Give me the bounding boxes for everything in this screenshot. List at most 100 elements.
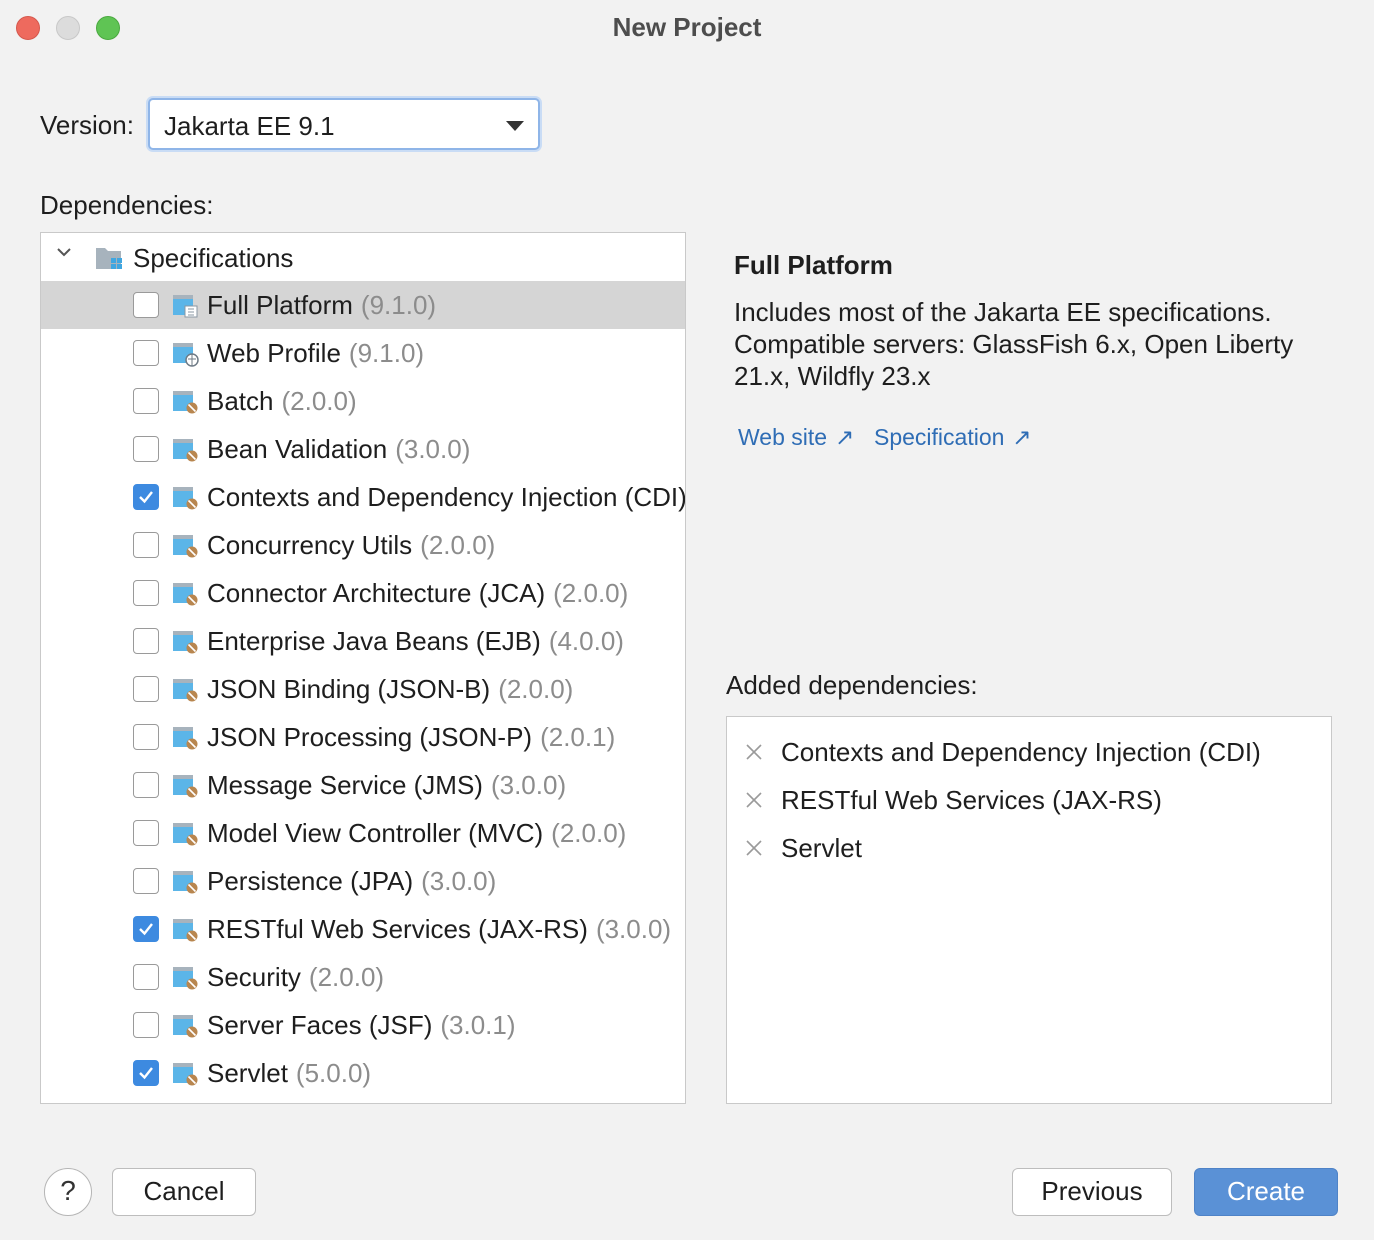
chevron-down-icon[interactable] xyxy=(57,245,71,259)
dependency-row[interactable]: Message Service (JMS) (3.0.0) xyxy=(41,761,685,809)
dependency-version: (4.0.0) xyxy=(548,626,624,656)
dependency-checkbox[interactable] xyxy=(133,868,159,894)
help-button[interactable]: ? xyxy=(44,1168,92,1216)
added-dependency-label: Servlet xyxy=(781,833,862,863)
dependency-row[interactable]: Server Faces (JSF) (3.0.1) xyxy=(41,1001,685,1049)
dependency-row[interactable]: Persistence (JPA) (3.0.0) xyxy=(41,857,685,905)
library-icon xyxy=(173,823,198,846)
dependency-checkbox[interactable] xyxy=(133,772,159,798)
dependency-checkbox[interactable] xyxy=(133,388,159,414)
cancel-button[interactable]: Cancel xyxy=(112,1168,256,1216)
added-dependencies-list: Contexts and Dependency Injection (CDI) R… xyxy=(726,716,1332,1104)
dropdown-arrow-icon xyxy=(506,121,524,131)
dependency-name: Enterprise Java Beans (EJB) xyxy=(207,626,541,656)
dependency-row[interactable]: Model View Controller (MVC) (2.0.0) xyxy=(41,809,685,857)
library-icon xyxy=(173,967,198,990)
platform-icon xyxy=(173,295,198,318)
dependency-version: (2.0.1) xyxy=(540,722,616,752)
dependency-name: Full Platform xyxy=(207,290,353,320)
dependency-name: JSON Binding (JSON-B) xyxy=(207,674,491,704)
library-icon xyxy=(173,1015,198,1038)
dependency-label: Servlet (5.0.0) xyxy=(207,1058,371,1089)
dependency-checkbox[interactable] xyxy=(133,1012,159,1038)
dependency-label: Server Faces (JSF) (3.0.1) xyxy=(207,1010,516,1041)
dependency-label: JSON Processing (JSON-P) (2.0.1) xyxy=(207,722,615,753)
dependency-row[interactable]: JSON Binding (JSON-B) (2.0.0) xyxy=(41,665,685,713)
dependency-row[interactable]: Concurrency Utils (2.0.0) xyxy=(41,521,685,569)
dependency-checkbox[interactable] xyxy=(133,1060,159,1086)
dependency-name: Contexts and Dependency Injection (CDI) xyxy=(207,482,686,512)
dependency-version: (9.1.0) xyxy=(360,290,437,320)
version-dropdown[interactable]: Jakarta EE 9.1 xyxy=(148,98,540,150)
dependency-row[interactable]: Bean Validation (3.0.0) xyxy=(41,425,685,473)
new-project-window: New Project Version: Jakarta EE 9.1 Depe… xyxy=(0,0,1374,1240)
dependency-row[interactable]: RESTful Web Services (JAX-RS) (3.0.0) xyxy=(41,905,685,953)
specification-link[interactable]: Specification ↗ xyxy=(874,424,1032,451)
dependency-label: Enterprise Java Beans (EJB) (4.0.0) xyxy=(207,626,624,657)
dependency-version: (3.0.0) xyxy=(595,914,672,944)
dependency-label: Bean Validation (3.0.0) xyxy=(207,434,470,465)
dependency-version: (3.0.0) xyxy=(395,434,471,464)
dependency-label: Connector Architecture (JCA) (2.0.0) xyxy=(207,578,628,609)
dependency-row[interactable]: Full Platform (9.1.0) xyxy=(41,281,685,329)
dependency-label: Contexts and Dependency Injection (CDI)(… xyxy=(207,482,686,513)
dependency-checkbox[interactable] xyxy=(133,676,159,702)
dependency-name: Web Profile xyxy=(207,338,341,368)
remove-icon[interactable] xyxy=(745,743,763,761)
dependency-row[interactable]: JSON Processing (JSON-P) (2.0.1) xyxy=(41,713,685,761)
specification-link-label: Specification xyxy=(874,424,1005,450)
dependency-row[interactable]: Web Profile (9.1.0) xyxy=(41,329,685,377)
window-title: New Project xyxy=(612,12,762,42)
dependency-row[interactable]: Batch (2.0.0) xyxy=(41,377,685,425)
dependency-row[interactable]: Security (2.0.0) xyxy=(41,953,685,1001)
info-description: Includes most of the Jakarta EE specific… xyxy=(734,297,1294,391)
web-site-link[interactable]: Web site ↗ xyxy=(738,424,854,451)
dependency-name: Message Service (JMS) xyxy=(207,770,483,800)
dependencies-label: Dependencies: xyxy=(40,190,214,220)
library-icon xyxy=(173,775,198,798)
dependency-label: Concurrency Utils (2.0.0) xyxy=(207,530,495,561)
dependency-row[interactable]: Contexts and Dependency Injection (CDI)(… xyxy=(41,473,685,521)
dependency-checkbox[interactable] xyxy=(133,964,159,990)
library-icon xyxy=(173,679,198,702)
dependency-name: JSON Processing (JSON-P) xyxy=(207,722,533,752)
dependency-name: Connector Architecture (JCA) xyxy=(207,578,546,608)
dependency-checkbox[interactable] xyxy=(133,628,159,654)
added-dependency-item: Servlet xyxy=(727,821,1331,869)
dependency-checkbox[interactable] xyxy=(133,484,159,510)
info-title: Full Platform xyxy=(734,250,893,280)
tree-node-specifications[interactable]: Specifications xyxy=(41,233,685,281)
dependency-row[interactable]: Connector Architecture (JCA) (2.0.0) xyxy=(41,569,685,617)
dependency-label: Model View Controller (MVC) (2.0.0) xyxy=(207,818,626,849)
dependency-checkbox[interactable] xyxy=(133,580,159,606)
dependency-checkbox[interactable] xyxy=(133,340,159,366)
remove-icon[interactable] xyxy=(745,839,763,857)
checkmark-icon xyxy=(139,923,153,936)
dependency-version: (2.0.0) xyxy=(281,386,357,416)
dependency-name: Persistence (JPA) xyxy=(207,866,414,896)
dependency-checkbox[interactable] xyxy=(133,292,159,318)
previous-button[interactable]: Previous xyxy=(1012,1168,1172,1216)
dependency-checkbox[interactable] xyxy=(133,724,159,750)
dependency-checkbox[interactable] xyxy=(133,820,159,846)
dependency-version: (5.0.0) xyxy=(295,1058,372,1088)
dependency-name: Server Faces (JSF) xyxy=(207,1010,433,1040)
dependencies-tree[interactable]: Specifications Full Platform (9.1.0) Web P… xyxy=(40,232,686,1104)
external-link-icon: ↗ xyxy=(1012,424,1032,450)
dependency-row[interactable]: Servlet (5.0.0) xyxy=(41,1049,685,1097)
dependency-label: JSON Binding (JSON-B) (2.0.0) xyxy=(207,674,573,705)
added-dependency-item: RESTful Web Services (JAX-RS) xyxy=(727,773,1331,821)
dependency-checkbox[interactable] xyxy=(133,916,159,942)
create-button[interactable]: Create xyxy=(1194,1168,1338,1216)
dependency-version: (2.0.0) xyxy=(498,674,574,704)
dependency-label: Security (2.0.0) xyxy=(207,962,384,993)
library-icon xyxy=(173,919,198,942)
dependency-row[interactable]: Enterprise Java Beans (EJB) (4.0.0) xyxy=(41,617,685,665)
remove-icon[interactable] xyxy=(745,791,763,809)
dependency-version: (2.0.0) xyxy=(420,530,496,560)
dependency-checkbox[interactable] xyxy=(133,532,159,558)
dependency-label: RESTful Web Services (JAX-RS) (3.0.0) xyxy=(207,914,671,945)
library-icon xyxy=(173,439,198,462)
dependency-checkbox[interactable] xyxy=(133,436,159,462)
checkmark-icon xyxy=(139,491,153,504)
